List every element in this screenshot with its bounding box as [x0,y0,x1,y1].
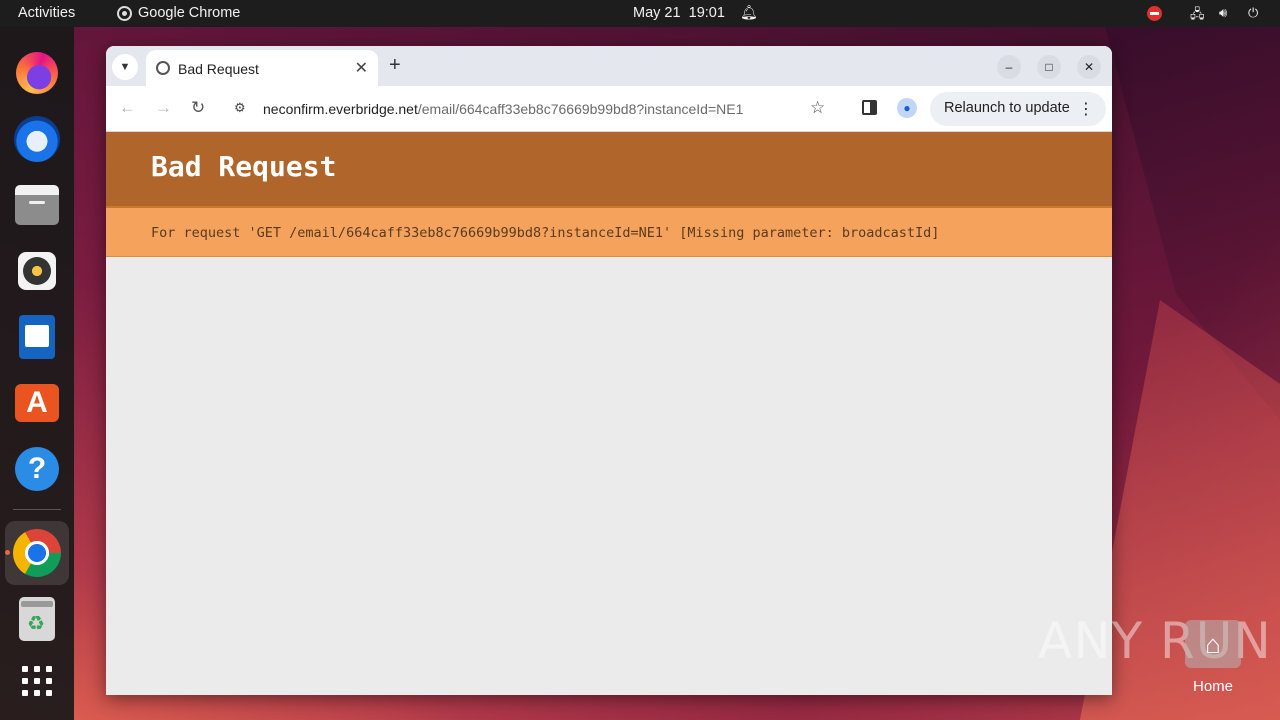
files-icon [15,185,59,225]
tab-active[interactable]: Bad Request ✕ [146,50,378,86]
error-message-bar: For request 'GET /email/664caff33eb8c766… [106,206,1112,257]
show-apps-button[interactable] [13,657,61,705]
rhythmbox-launcher[interactable] [13,247,61,295]
date: May 21 [633,5,681,21]
back-button[interactable]: ← [119,98,136,118]
relaunch-to-update-button[interactable]: Relaunch to update ⋮ [930,92,1106,126]
tab-close-icon[interactable]: ✕ [355,58,368,78]
trash-icon [19,597,55,641]
thunderbird-icon [14,116,60,162]
chrome-icon [13,529,61,577]
firefox-icon [16,52,58,94]
error-header: Bad Request [106,132,1112,206]
site-info-icon[interactable]: ⚙ [234,100,246,116]
clock[interactable]: May 21 19:01 [633,5,725,21]
url-path: /email/664caff33eb8c76669b99bd8?instance… [417,101,744,117]
tab-title: Bad Request [178,61,259,77]
home-folder-label: Home [1193,678,1234,695]
chrome-small-icon [117,5,132,21]
writer-launcher[interactable] [13,313,61,361]
chrome-launcher[interactable] [5,521,69,585]
power-icon[interactable]: ⏻ [1248,5,1258,21]
dock: A ? [0,27,74,720]
more-options-icon[interactable]: ⋮ [1078,99,1094,119]
help-icon: ? [15,447,59,491]
profile-avatar-icon[interactable]: ● [897,98,917,118]
forward-button[interactable]: → [155,98,172,118]
url-text: neconfirm.everbridge.net/email/664caff33… [263,101,743,117]
minimize-button[interactable]: – [997,55,1021,79]
thunderbird-launcher[interactable] [13,115,61,163]
do-not-disturb-icon[interactable] [1147,6,1162,21]
dock-separator [13,509,61,510]
activities-button[interactable]: Activities [18,5,75,21]
error-message: For request 'GET /email/664caff33eb8c766… [151,225,940,241]
bookmark-star-icon[interactable]: ☆ [810,98,825,118]
trash-launcher[interactable] [13,595,61,643]
url-host: neconfirm.everbridge.net [263,101,418,117]
top-bar: Activities Google Chrome May 21 19:01 🔔︎… [0,0,1280,27]
toolbar: ← → ↻ ⚙ neconfirm.everbridge.net/email/6… [106,86,1112,132]
volume-icon[interactable]: 🔊︎ [1219,5,1227,21]
relaunch-label: Relaunch to update [944,100,1070,116]
files-launcher[interactable] [13,181,61,229]
help-launcher[interactable]: ? [13,445,61,493]
maximize-button[interactable]: □ [1037,55,1061,79]
address-bar[interactable]: ⚙ neconfirm.everbridge.net/email/664caff… [224,92,844,126]
app-grid-icon [22,666,52,696]
reload-button[interactable]: ↻ [191,98,205,118]
chrome-window: ▼ Bad Request ✕ + – □ ✕ ← → ↻ ⚙ neconfir… [106,46,1112,695]
app-name: Google Chrome [138,5,241,21]
network-icon[interactable]: 🖧 [1190,5,1205,27]
firefox-launcher[interactable] [13,49,61,97]
side-panel-icon[interactable] [862,100,877,115]
tab-search-button[interactable]: ▼ [112,54,138,80]
close-window-button[interactable]: ✕ [1077,55,1101,79]
app-center-launcher[interactable]: A [13,379,61,427]
app-center-icon: A [15,384,59,422]
page-content: Bad Request For request 'GET /email/664c… [106,132,1112,695]
app-menu[interactable]: Google Chrome [117,5,240,21]
home-folder-icon[interactable]: ⌂ [1185,620,1241,668]
notification-bell-icon[interactable]: 🔔︎ [740,4,758,21]
error-heading: Bad Request [151,150,337,183]
libreoffice-writer-icon [19,315,55,359]
rhythmbox-icon [18,252,56,290]
tab-strip: ▼ Bad Request ✕ + – □ ✕ [106,46,1112,86]
globe-icon [156,61,170,75]
new-tab-button[interactable]: + [389,54,401,77]
time: 19:01 [688,5,725,21]
